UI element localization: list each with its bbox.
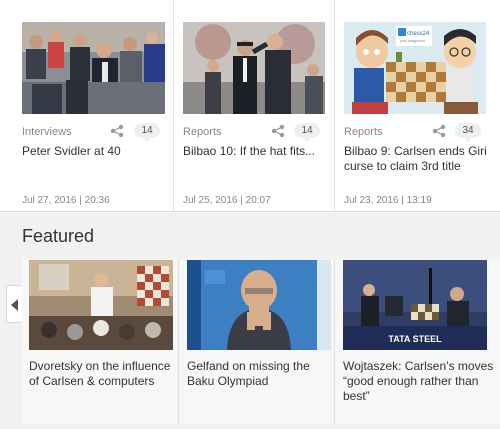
- featured-carousel: Dvoretsky on the influence of Carlsen & …: [22, 259, 500, 424]
- article-meta: Reports 14: [183, 123, 325, 142]
- article-thumbnail[interactable]: chess24 your playground: [344, 22, 486, 114]
- article-date: Jul 27, 2016 | 20:36: [22, 195, 110, 206]
- featured-thumbnail[interactable]: TATA STEEL: [343, 260, 487, 350]
- article-title[interactable]: Bilbao 9: Carlsen ends Giri curse to cla…: [344, 144, 490, 174]
- share-icon[interactable]: [110, 124, 124, 138]
- article-date: Jul 25, 2016 | 20:07: [183, 195, 271, 206]
- featured-title[interactable]: Wojtaszek: Carlsen’s moves “good enough …: [343, 359, 495, 404]
- article-card[interactable]: Interviews 14 Peter Svidler at 40 Jul 27…: [8, 0, 174, 212]
- article-category[interactable]: Reports: [344, 126, 383, 138]
- featured-title[interactable]: Gelfand on missing the Baku Olympiad: [187, 359, 333, 389]
- article-title[interactable]: Peter Svidler at 40: [22, 144, 165, 159]
- featured-title[interactable]: Dvoretsky on the influence of Carlsen & …: [29, 359, 177, 389]
- logo-tagline: your playground: [400, 39, 425, 43]
- comment-count-badge[interactable]: 14: [134, 123, 160, 142]
- article-category[interactable]: Reports: [183, 126, 222, 138]
- featured-section: Featured Dvoretsky on the influence of C…: [0, 213, 500, 429]
- featured-thumbnail[interactable]: [29, 260, 173, 350]
- logo-text: chess24: [407, 31, 430, 37]
- comment-count-badge[interactable]: 34: [455, 123, 481, 142]
- article-thumbnail[interactable]: [22, 22, 165, 114]
- chevron-left-icon: [11, 299, 18, 311]
- featured-thumbnail[interactable]: [187, 260, 331, 350]
- article-card[interactable]: chess24 your playground Reports 34 Bilba…: [335, 0, 495, 212]
- featured-card[interactable]: TATA STEEL Wojtaszek: Carlsen’s moves “g…: [335, 259, 500, 424]
- banner-text: TATA STEEL: [388, 334, 442, 344]
- article-category[interactable]: Interviews: [22, 126, 72, 138]
- featured-card[interactable]: Dvoretsky on the influence of Carlsen & …: [22, 259, 179, 424]
- article-card[interactable]: Reports 14 Bilbao 10: If the hat fits...…: [174, 0, 335, 212]
- article-thumbnail[interactable]: [183, 22, 325, 114]
- recent-articles-row: Interviews 14 Peter Svidler at 40 Jul 27…: [0, 0, 500, 212]
- featured-heading: Featured: [22, 226, 95, 246]
- carousel-prev-button[interactable]: [6, 285, 23, 323]
- share-icon[interactable]: [432, 124, 446, 138]
- article-meta: Reports 34: [344, 123, 486, 142]
- featured-card[interactable]: Gelfand on missing the Baku Olympiad: [179, 259, 335, 424]
- comment-count-badge[interactable]: 14: [294, 123, 320, 142]
- article-date: Jul 23, 2016 | 13:19: [344, 195, 432, 206]
- article-meta: Interviews 14: [22, 123, 165, 142]
- share-icon[interactable]: [271, 124, 285, 138]
- article-title[interactable]: Bilbao 10: If the hat fits...: [183, 144, 329, 159]
